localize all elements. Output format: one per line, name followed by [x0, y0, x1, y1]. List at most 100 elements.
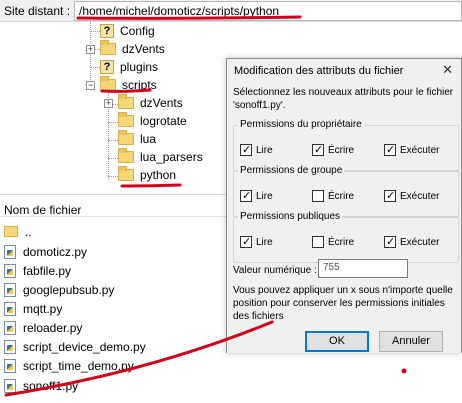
file-name: domoticz.py	[23, 244, 88, 259]
checkbox-label: Écrire	[328, 236, 355, 248]
folder-icon	[118, 94, 134, 109]
remote-path-input[interactable]: /home/michel/domoticz/scripts/python	[74, 1, 462, 21]
tree-item-plugins[interactable]: ? plugins	[100, 58, 158, 76]
dialog-intro: Sélectionnez les nouveaux attributs pour…	[233, 87, 454, 111]
tree-item-dzvents[interactable]: dzVents	[100, 40, 165, 58]
list-item-parent[interactable]: ..	[4, 222, 32, 241]
python-file-icon	[4, 339, 16, 354]
tree-item-python[interactable]: python	[118, 166, 176, 184]
cancel-button[interactable]: Annuler	[379, 331, 443, 352]
checkbox-label: Exécuter	[400, 144, 440, 156]
owner-read-checkbox[interactable]: Lire	[240, 143, 273, 156]
tree-item-scripts[interactable]: scripts	[100, 76, 157, 94]
checkbox-icon	[384, 143, 396, 156]
tree-connector	[108, 176, 118, 177]
group-title: Permissions publiques	[238, 211, 343, 222]
list-item[interactable]: reloader.py	[4, 318, 82, 337]
file-name: googlepubsub.py	[23, 282, 115, 297]
checkbox-label: Lire	[256, 144, 273, 156]
tree-item-dzvents-sub[interactable]: dzVents	[118, 94, 183, 112]
file-name: reloader.py	[23, 320, 83, 335]
checkbox-icon	[312, 236, 324, 248]
list-item[interactable]: script_time_demo.py	[4, 356, 134, 375]
public-permissions-group: Permissions publiques Lire Écrire Exécut…	[233, 211, 459, 263]
collapse-icon[interactable]: −	[86, 81, 95, 90]
python-file-icon	[4, 282, 16, 297]
list-item[interactable]: mqtt.py	[4, 299, 62, 318]
checkbox-label: Écrire	[328, 144, 355, 156]
group-read-checkbox[interactable]: Lire	[240, 189, 273, 202]
list-item[interactable]: sonoff1.py	[4, 376, 78, 395]
tree-item-lua[interactable]: lua	[118, 130, 156, 148]
tree-item-label: dzVents	[122, 42, 165, 56]
unknown-folder-icon: ?	[100, 60, 114, 74]
close-icon[interactable]: ✕	[442, 62, 453, 78]
file-name: script_device_demo.py	[23, 339, 146, 354]
public-write-checkbox[interactable]: Écrire	[312, 236, 354, 248]
checkbox-label: Lire	[256, 190, 273, 202]
checkbox-icon	[240, 235, 252, 248]
tree-item-lua-parsers[interactable]: lua_parsers	[118, 148, 203, 166]
list-item[interactable]: googlepubsub.py	[4, 280, 114, 299]
group-write-checkbox[interactable]: Écrire	[312, 190, 354, 202]
dialog-note: Vous pouvez appliquer un x sous n'import…	[233, 285, 453, 322]
numeric-value-label: Valeur numérique :	[233, 265, 317, 276]
unknown-folder-icon: ?	[100, 24, 114, 38]
tree-item-label: logrotate	[140, 114, 187, 128]
list-item[interactable]: domoticz.py	[4, 242, 87, 261]
checkbox-label: Exécuter	[400, 190, 440, 202]
tree-connector	[108, 140, 118, 141]
owner-execute-checkbox[interactable]: Exécuter	[384, 143, 440, 156]
folder-icon	[100, 76, 116, 91]
group-title: Permissions du propriétaire	[238, 119, 364, 130]
tree-connector	[90, 67, 100, 68]
file-name: fabfile.py	[23, 263, 72, 278]
remote-site-bar: Site distant : /home/michel/domoticz/scr…	[0, 0, 462, 22]
owner-write-checkbox[interactable]: Écrire	[312, 143, 355, 156]
tree-connector	[108, 158, 118, 159]
tree-connector	[90, 31, 100, 32]
folder-icon	[100, 40, 116, 55]
checkbox-icon	[240, 143, 252, 156]
group-execute-checkbox[interactable]: Exécuter	[384, 189, 440, 202]
list-item[interactable]: script_device_demo.py	[4, 337, 146, 356]
tree-item-label: Config	[120, 24, 155, 38]
python-file-icon	[4, 263, 16, 278]
tree-item-logrotate[interactable]: logrotate	[118, 112, 187, 130]
numeric-value-input[interactable]: 755	[318, 259, 408, 278]
file-name: ..	[25, 224, 32, 239]
checkbox-icon	[312, 190, 324, 202]
python-file-icon	[4, 320, 16, 335]
dialog-title: Modification des attributs du fichier	[234, 65, 404, 77]
python-file-icon	[4, 301, 16, 316]
ok-button[interactable]: OK	[305, 331, 369, 352]
checkbox-icon	[384, 189, 396, 202]
folder-icon	[118, 166, 134, 181]
tree-item-label: python	[140, 168, 177, 182]
checkbox-icon	[240, 189, 252, 202]
checkbox-label: Écrire	[328, 190, 355, 202]
annotation-dot	[401, 368, 407, 374]
tree-item-label: scripts	[122, 78, 157, 92]
python-file-icon	[4, 244, 16, 259]
group-title: Permissions de groupe	[238, 165, 345, 176]
checkbox-icon	[384, 235, 396, 248]
file-name: mqtt.py	[23, 301, 63, 316]
folder-icon	[118, 130, 134, 145]
checkbox-icon	[312, 143, 324, 156]
list-item[interactable]: fabfile.py	[4, 261, 71, 280]
tree-item-config[interactable]: ? Config	[100, 22, 155, 40]
python-file-icon	[4, 378, 16, 393]
expand-icon[interactable]: +	[104, 99, 113, 108]
tree-connector	[108, 122, 118, 123]
checkbox-label: Lire	[256, 236, 273, 248]
remote-site-label: Site distant :	[4, 4, 71, 18]
file-attributes-dialog: Modification des attributs du fichier ✕ …	[226, 58, 462, 353]
tree-item-label: lua_parsers	[140, 150, 203, 164]
public-read-checkbox[interactable]: Lire	[240, 235, 273, 248]
public-execute-checkbox[interactable]: Exécuter	[384, 235, 439, 248]
tree-item-label: lua	[140, 132, 157, 146]
file-name: sonoff1.py	[23, 378, 79, 393]
expand-icon[interactable]: +	[86, 45, 95, 54]
parent-folder-icon	[4, 226, 18, 237]
